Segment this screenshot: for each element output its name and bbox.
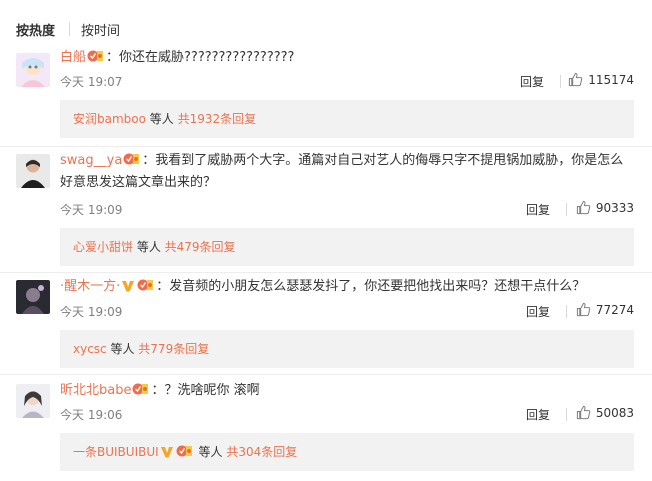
thumbs-up-icon	[576, 200, 591, 215]
sub-reply-username[interactable]: xycsc	[73, 342, 107, 356]
comment-text: ：你还在威胁????????????????	[106, 50, 295, 65]
comment-username[interactable]: 昕北北babe	[60, 383, 131, 398]
sub-reply-count-link[interactable]: 共479条回复	[165, 240, 236, 254]
like-count: 90333	[595, 200, 634, 215]
comment-time: 今天 19:09	[60, 305, 123, 319]
comment-text: ：我看到了威胁两个大字。通篇对自己对艺人的侮辱只字不提甩锅加威胁，你是怎么	[142, 153, 624, 168]
sub-reply-username[interactable]: 心爱小甜饼	[73, 240, 133, 254]
action-divider	[566, 305, 567, 318]
comment-divider	[0, 146, 652, 147]
comment-divider	[0, 272, 652, 273]
sub-reply-username[interactable]: 一条BUIBUIBUI	[73, 445, 159, 459]
comment-time: 今天 19:07	[60, 75, 123, 89]
fan-badge-icon[interactable]	[87, 48, 105, 64]
sort-bar: 按热度 按时间	[16, 18, 120, 40]
action-divider	[560, 75, 561, 88]
fan-badge-icon[interactable]	[137, 277, 155, 293]
like-button[interactable]: 90333	[576, 200, 634, 215]
sub-reply-suffix: 等人	[194, 445, 227, 459]
like-button[interactable]: 77274	[576, 302, 634, 317]
sort-divider	[69, 22, 71, 36]
action-divider	[566, 203, 567, 216]
avatar[interactable]	[16, 53, 50, 87]
sub-reply-suffix: 等人	[106, 342, 139, 356]
sub-replies-box[interactable]: xycsc 等人 共779条回复	[60, 330, 634, 368]
sort-by-hot-tab[interactable]: 按热度	[16, 20, 55, 39]
sub-reply-count-link[interactable]: 共304条回复	[226, 445, 297, 459]
sub-replies-box[interactable]: 安润bamboo 等人 共1932条回复	[60, 100, 634, 138]
reply-button[interactable]: 回复	[526, 303, 550, 320]
avatar[interactable]	[16, 280, 50, 314]
comment-time: 今天 19:09	[60, 203, 123, 217]
vip-v-icon[interactable]	[121, 279, 135, 293]
like-button[interactable]: 50083	[576, 405, 634, 420]
thumbs-up-icon	[576, 405, 591, 420]
comment-username[interactable]: ·醒木一方·	[60, 279, 120, 294]
comment-time: 今天 19:06	[60, 408, 123, 422]
sub-reply-count-link[interactable]: 共1932条回复	[178, 112, 257, 126]
action-divider	[566, 408, 567, 421]
comment-divider	[0, 374, 652, 375]
comment-username[interactable]: swag__ya	[60, 153, 122, 168]
thumbs-up-icon	[576, 302, 591, 317]
sub-reply-suffix: 等人	[133, 240, 165, 254]
comment-text: ：发音频的小朋友怎么瑟瑟发抖了，你还要把他找出来吗？还想干点什么？	[156, 279, 586, 294]
comment-text-line2: 好意思发这篇文章出来的？	[60, 175, 217, 190]
thumbs-up-icon	[569, 72, 583, 87]
fan-badge-icon[interactable]	[123, 151, 141, 167]
sub-reply-suffix: 等人	[145, 112, 178, 126]
like-count: 115174	[588, 72, 634, 87]
sort-by-time-tab[interactable]: 按时间	[81, 20, 120, 39]
reply-button[interactable]: 回复	[520, 73, 544, 90]
comment-username[interactable]: 白船	[60, 50, 86, 65]
sub-reply-username[interactable]: 安润bamboo	[73, 112, 146, 126]
like-count: 50083	[595, 405, 634, 420]
fan-badge-icon[interactable]	[132, 381, 150, 397]
reply-button[interactable]: 回复	[526, 406, 550, 423]
avatar[interactable]	[16, 384, 50, 418]
like-count: 77274	[595, 302, 634, 317]
avatar[interactable]	[16, 154, 50, 188]
sub-replies-box[interactable]: 心爱小甜饼 等人 共479条回复	[60, 228, 634, 266]
reply-button[interactable]: 回复	[526, 201, 550, 218]
vip-v-icon[interactable]	[160, 445, 174, 459]
comment-text: ：？洗啥呢你 滚啊	[151, 383, 260, 398]
fan-badge-icon[interactable]	[176, 443, 194, 459]
sub-reply-count-link[interactable]: 共779条回复	[138, 342, 209, 356]
like-button[interactable]: 115174	[568, 72, 634, 87]
sub-replies-box[interactable]: 一条BUIBUIBUI 等人 共304条回复	[60, 433, 634, 471]
